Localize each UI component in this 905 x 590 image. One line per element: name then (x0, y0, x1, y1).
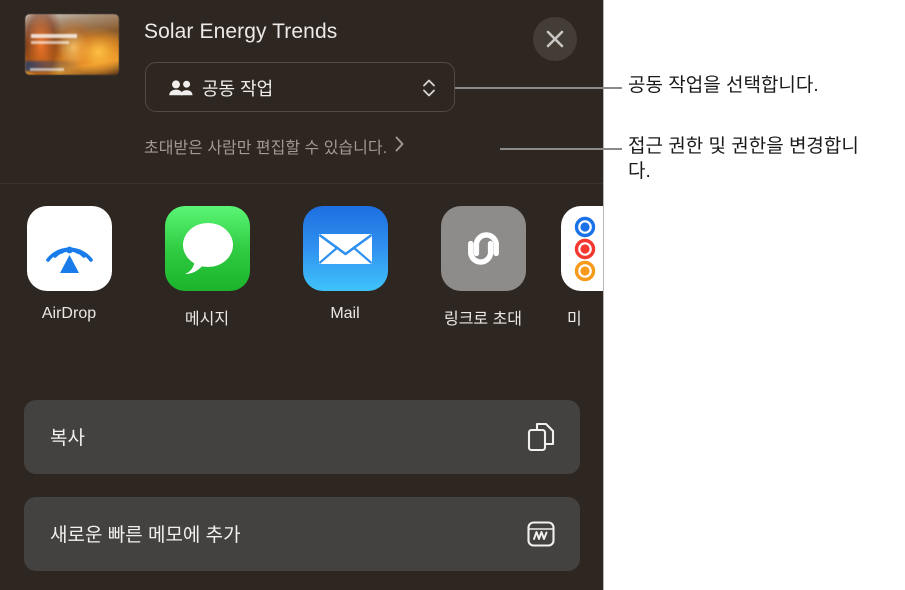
airdrop-icon (26, 206, 112, 291)
chevron-up-down-icon (421, 77, 437, 104)
callout-leader-line-1 (455, 87, 622, 89)
mail-icon (302, 206, 388, 291)
document-thumbnail (25, 14, 119, 75)
thumbnail-title-line-2 (31, 41, 69, 44)
share-target-label: 링크로 초대 (443, 311, 523, 328)
action-label: 복사 (50, 428, 85, 449)
action-copy[interactable]: 복사 (24, 400, 580, 474)
close-button[interactable] (533, 17, 577, 61)
share-sheet-header: Solar Energy Trends 공동 작업 초대받은 사람만 편집할 수… (0, 0, 603, 184)
permission-row[interactable]: 초대받은 사람만 편집할 수 있습니다. (144, 134, 405, 158)
share-targets-row: AirDrop 메시지 Mail 링크로 초대 미 (0, 206, 603, 356)
document-title: Solar Energy Trends (144, 20, 338, 43)
callout-text-2: 접근 권한 및 권한을 변경합니다. (628, 136, 859, 183)
thumbnail-footer-text (30, 68, 64, 71)
collaboration-selector-label: 공동 작업 (202, 79, 274, 99)
reminders-icon (561, 206, 603, 291)
share-target-invite-with-link[interactable]: 링크로 초대 (414, 206, 552, 329)
action-add-to-quick-note[interactable]: 새로운 빠른 메모에 추가 (24, 497, 580, 571)
chevron-right-icon (394, 135, 405, 158)
people-icon (168, 79, 194, 102)
share-target-label: AirDrop (41, 305, 97, 322)
share-target-reminders[interactable]: 미 (552, 206, 603, 329)
close-icon (533, 28, 577, 50)
collaboration-selector[interactable]: 공동 작업 (145, 62, 455, 112)
quick-note-icon (524, 517, 558, 551)
action-label: 새로운 빠른 메모에 추가 (50, 525, 241, 546)
callout-leader-line-2 (500, 148, 622, 150)
messages-icon (164, 206, 250, 291)
share-target-messages[interactable]: 메시지 (138, 206, 276, 329)
link-icon (440, 206, 526, 291)
callout-text-1: 공동 작업을 선택합니다. (628, 75, 819, 96)
header-divider (0, 183, 603, 184)
share-target-mail[interactable]: Mail (276, 206, 414, 323)
copy-icon (524, 420, 558, 454)
share-target-label: 미 (567, 311, 582, 328)
thumbnail-title-line-1 (31, 34, 77, 38)
share-target-label: 메시지 (184, 311, 230, 328)
permission-text: 초대받은 사람만 편집할 수 있습니다. (144, 140, 388, 157)
share-target-label: Mail (330, 305, 360, 322)
share-target-airdrop[interactable]: AirDrop (0, 206, 138, 323)
